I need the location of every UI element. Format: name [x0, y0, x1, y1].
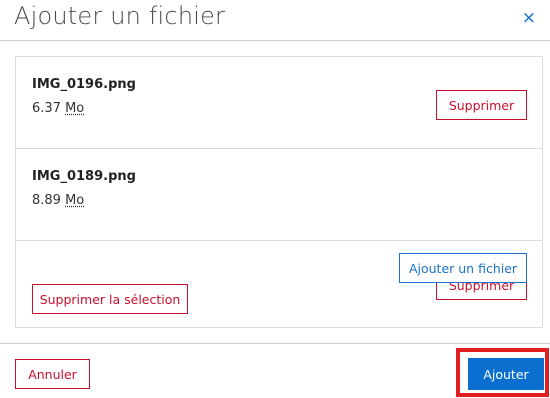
dialog-header: Ajouter un fichier × [0, 0, 550, 41]
file-list-panel: IMG_0196.png 6.37 Mo Supprimer IMG_0189.… [15, 56, 543, 328]
file-size: 8.89 Mo [32, 193, 84, 208]
footer-divider [0, 343, 550, 344]
file-size-value: 8.89 [32, 193, 61, 208]
dialog-title: Ajouter un fichier [14, 2, 226, 30]
add-file-button[interactable]: Ajouter un fichier [399, 253, 527, 283]
file-size-unit: Mo [65, 101, 85, 116]
add-file-dialog: Ajouter un fichier × IMG_0196.png 6.37 M… [0, 0, 550, 398]
cancel-button[interactable]: Annuler [15, 359, 90, 389]
delete-file-button[interactable]: Supprimer [436, 90, 527, 120]
submit-button[interactable]: Ajouter [468, 358, 544, 390]
file-row: IMG_0189.png 8.89 Mo Supprimer [16, 149, 542, 300]
delete-selection-button[interactable]: Supprimer la sélection [32, 284, 188, 314]
file-size-unit: Mo [65, 193, 85, 208]
file-row: IMG_0196.png 6.37 Mo Supprimer [16, 57, 542, 149]
close-icon[interactable]: × [522, 10, 536, 27]
file-name: IMG_0196.png [32, 77, 136, 92]
file-size-value: 6.37 [32, 101, 61, 116]
file-name: IMG_0189.png [32, 169, 136, 184]
file-size: 6.37 Mo [32, 101, 84, 116]
